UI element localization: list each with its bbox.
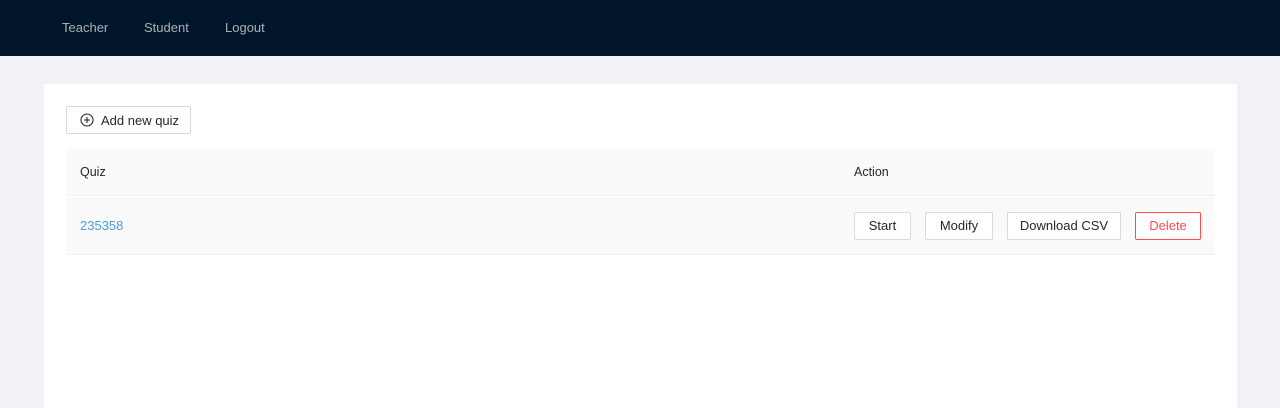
nav-item-logout[interactable]: Logout — [225, 0, 265, 56]
content-card: Add new quiz Quiz Action 235358 Start Mo… — [44, 84, 1237, 408]
nav-item-student[interactable]: Student — [144, 0, 189, 56]
modify-button[interactable]: Modify — [925, 212, 993, 240]
table-header: Quiz Action — [66, 148, 1215, 196]
download-csv-button[interactable]: Download CSV — [1007, 212, 1121, 240]
top-navigation-bar: Teacher Student Logout — [0, 0, 1280, 56]
table-row: 235358 Start Modify Download CSV Delete — [66, 197, 1215, 255]
add-new-quiz-button[interactable]: Add new quiz — [66, 106, 191, 134]
add-new-quiz-label: Add new quiz — [101, 112, 180, 128]
plus-circle-icon — [80, 113, 94, 127]
column-header-action: Action — [854, 165, 889, 179]
start-button[interactable]: Start — [854, 212, 911, 240]
nav-item-teacher[interactable]: Teacher — [62, 0, 108, 56]
column-header-quiz: Quiz — [80, 165, 106, 179]
quiz-id-link[interactable]: 235358 — [80, 197, 123, 254]
delete-button[interactable]: Delete — [1135, 212, 1201, 240]
